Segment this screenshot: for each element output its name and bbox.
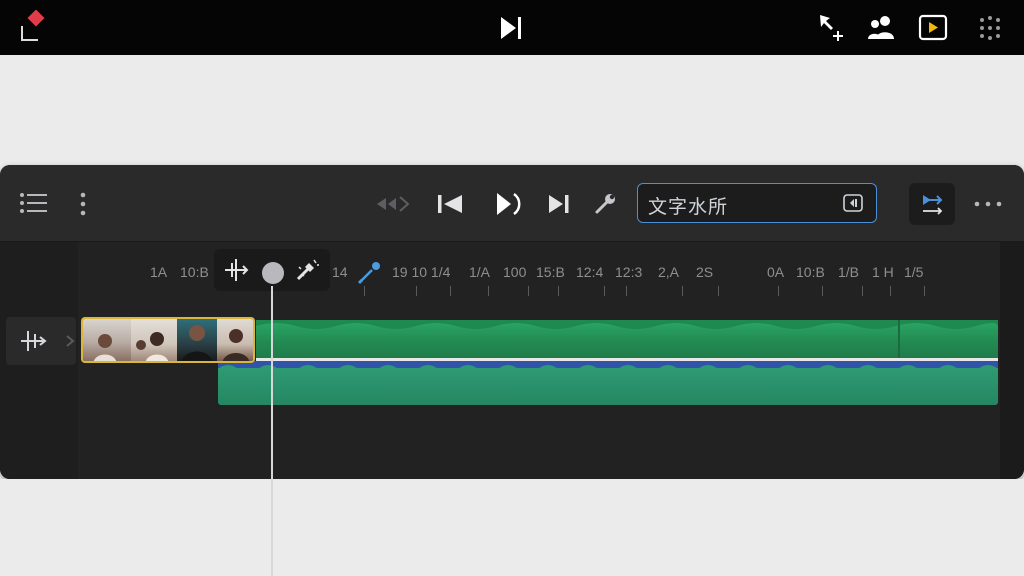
ruler-tick — [862, 286, 863, 296]
track-header-primary[interactable] — [6, 317, 76, 365]
playhead-line-extension — [271, 479, 273, 576]
ruler-tick — [450, 286, 451, 296]
ruler-tick — [416, 286, 417, 296]
top-bar — [0, 0, 1024, 55]
viewer-canvas — [0, 55, 1024, 165]
ruler-label: 15:B — [536, 264, 565, 280]
ruler-label: 1/B — [838, 264, 860, 280]
ruler-tick — [924, 286, 925, 296]
ruler-tick — [528, 286, 529, 296]
ruler-tick — [890, 286, 891, 296]
more-horizontal-icon[interactable] — [972, 195, 1004, 213]
more-vertical-icon[interactable] — [74, 191, 92, 217]
search-field-value: 文字水所 — [648, 196, 729, 218]
clip-thumbnail — [83, 319, 131, 361]
background-music-track[interactable] — [218, 368, 998, 405]
trim-move-icon[interactable] — [222, 257, 250, 283]
ruler-label: 1/5 — [904, 264, 924, 280]
ruler-tick — [778, 286, 779, 296]
ruler-label: 1A — [150, 264, 168, 280]
ruler-label: 1 H — [872, 264, 894, 280]
ruler-tick — [718, 286, 719, 296]
ruler-label: 0A — [767, 264, 785, 280]
ruler-label: 12:3 — [615, 264, 643, 280]
clip-thumbnail — [217, 319, 253, 361]
list-icon[interactable] — [18, 191, 50, 215]
ruler-tick — [626, 286, 627, 296]
rewind-audio-icon[interactable] — [374, 193, 414, 215]
ruler-label: 2S — [696, 264, 714, 280]
wrench-icon[interactable] — [594, 192, 618, 216]
preview-play-icon[interactable] — [917, 13, 949, 43]
ruler-tick — [488, 286, 489, 296]
track-trim-icon — [18, 329, 48, 353]
clip-thumbnail — [177, 319, 217, 361]
export-icon — [919, 191, 945, 217]
video-clip[interactable] — [81, 317, 255, 363]
project-marker-icon[interactable] — [18, 10, 50, 44]
chevron-right-icon[interactable] — [64, 333, 76, 349]
search-field[interactable]: 文字水所 — [637, 183, 877, 223]
search-action-icon[interactable] — [842, 193, 864, 213]
audio-waveform-track[interactable] — [256, 320, 998, 360]
ruler-label: 100 — [503, 264, 527, 280]
ruler-tick — [822, 286, 823, 296]
select-add-icon[interactable] — [816, 12, 848, 42]
ruler-label: 14 — [332, 264, 348, 280]
eyedropper-icon[interactable] — [356, 258, 384, 286]
people-icon[interactable] — [865, 12, 897, 42]
ruler-label: 12:4 — [576, 264, 604, 280]
grid-dots-icon[interactable] — [975, 13, 1005, 43]
play-to-end-icon[interactable] — [496, 13, 526, 43]
playhead-handle[interactable] — [262, 262, 284, 284]
ruler-label: 19 10 1/4 — [392, 264, 451, 280]
skip-back-icon[interactable] — [435, 191, 465, 217]
timeline-scroll-gutter[interactable] — [1000, 242, 1024, 479]
clip-thumbnail — [131, 319, 177, 361]
ruler-tick — [364, 286, 365, 296]
ruler-tick — [558, 286, 559, 296]
ruler-tick — [682, 286, 683, 296]
timeline-toolbar: 文字水所 — [0, 165, 1024, 241]
magic-brush-icon[interactable] — [294, 257, 320, 283]
ruler-label: 1/A — [469, 264, 491, 280]
export-button[interactable] — [909, 183, 955, 225]
ruler-tick — [604, 286, 605, 296]
ruler-label: 10:B — [796, 264, 825, 280]
ruler-label: 2,A — [658, 264, 680, 280]
skip-forward-icon[interactable] — [546, 191, 572, 217]
canvas-bottom-area — [0, 479, 1024, 576]
ruler-label: 10:B — [180, 264, 209, 280]
play-icon[interactable] — [492, 189, 524, 219]
